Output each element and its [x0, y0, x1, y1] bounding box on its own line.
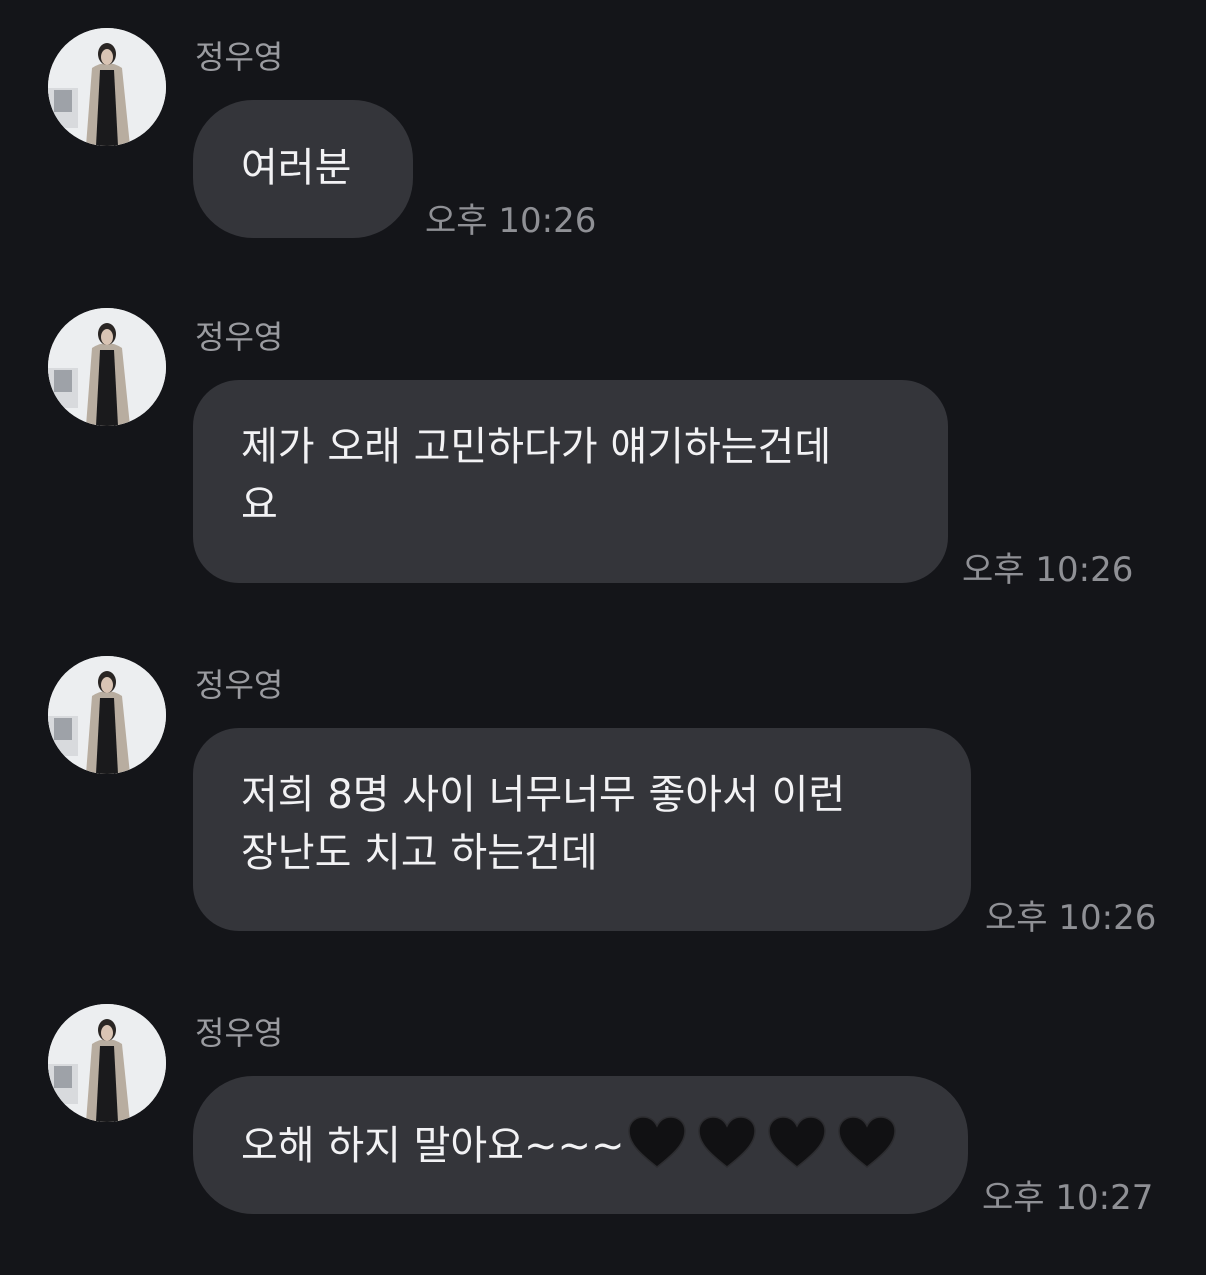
timestamp: 오후 10:26: [985, 898, 1157, 938]
message-text: 여러분: [241, 145, 352, 191]
profile-photo: [48, 656, 166, 774]
timestamp: 오후 10:27: [982, 1178, 1154, 1218]
emoji-group: [627, 1115, 907, 1175]
message-text: 오해 하지 말아요~~~: [241, 1123, 625, 1169]
sender-name: 정우영: [195, 666, 284, 704]
message-text-line: 장난도 치고 하는건데: [241, 830, 598, 876]
sender-name: 정우영: [195, 1014, 284, 1052]
message-bubble[interactable]: 저희 8명 사이 너무너무 좋아서 이런 장난도 치고 하는건데: [193, 728, 971, 931]
sender-name: 정우영: [195, 318, 284, 356]
message-bubble[interactable]: 제가 오래 고민하다가 얘기하는건데 요: [193, 380, 948, 583]
message-text-line: 오해 하지 말아요~~~: [241, 1115, 920, 1175]
message-group: 정우영 저희 8명 사이 너무너무 좋아서 이런 장난도 치고 하는건데 오후 …: [0, 656, 1206, 946]
black-heart-icon: [767, 1116, 826, 1168]
message-group: 정우영 오해 하지 말아요~~~ 오후 10:27: [0, 1004, 1206, 1244]
message-bubble[interactable]: 오해 하지 말아요~~~: [193, 1076, 968, 1214]
profile-photo: [48, 308, 166, 426]
message-text-line: 제가 오래 고민하다가 얘기하는건데: [241, 424, 832, 470]
avatar[interactable]: [48, 28, 166, 146]
message-group: 정우영 제가 오래 고민하다가 얘기하는건데 요 오후 10:26: [0, 308, 1206, 598]
message-group: 정우영 여러분 오후 10:26: [0, 28, 1206, 268]
black-heart-icon: [627, 1116, 686, 1168]
message-text-line: 요: [241, 482, 278, 528]
profile-photo: [48, 28, 166, 146]
profile-photo: [48, 1004, 166, 1122]
message-bubble[interactable]: 여러분: [193, 100, 413, 238]
timestamp: 오후 10:26: [962, 550, 1134, 590]
timestamp: 오후 10:26: [425, 201, 597, 241]
avatar[interactable]: [48, 308, 166, 426]
message-text-line: 저희 8명 사이 너무너무 좋아서 이런: [241, 772, 846, 818]
black-heart-icon: [837, 1116, 896, 1168]
chat-thread: 정우영 여러분 오후 10:26 정우영 제가 오래 고민하다가 얘기하는건데 …: [0, 0, 1206, 1275]
avatar[interactable]: [48, 656, 166, 774]
black-heart-icon: [697, 1116, 756, 1168]
sender-name: 정우영: [195, 38, 284, 76]
avatar[interactable]: [48, 1004, 166, 1122]
